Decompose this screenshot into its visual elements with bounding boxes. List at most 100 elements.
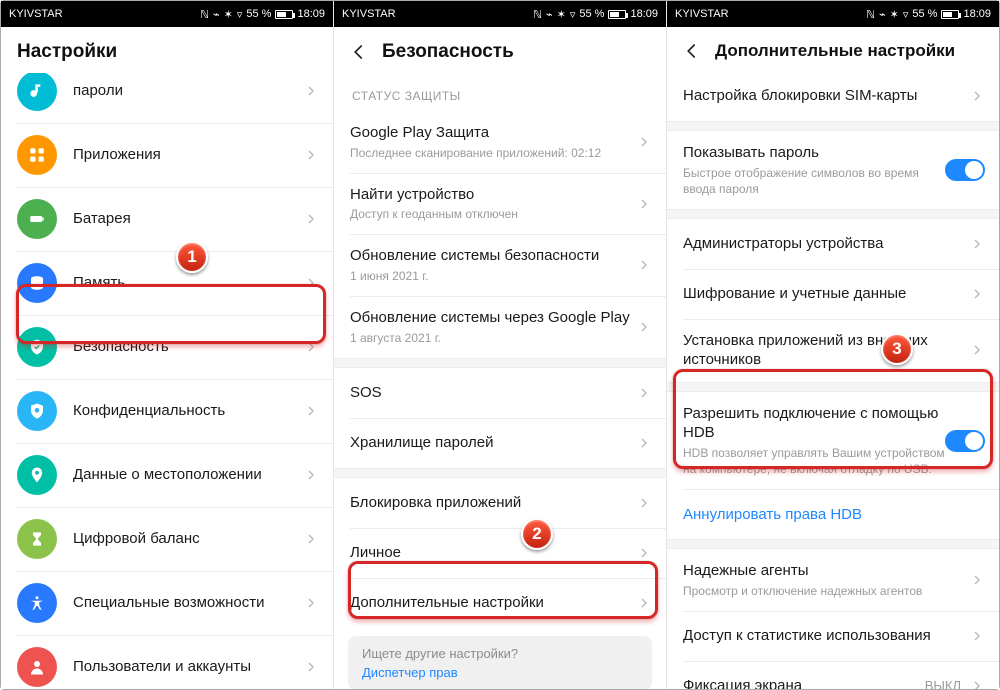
settings-item-accessibility[interactable]: Специальные возможности: [1, 571, 333, 635]
settings-item-location[interactable]: Данные о местоположении: [1, 443, 333, 507]
chevron-right-icon: [303, 467, 319, 483]
security-item-app-lock[interactable]: Блокировка приложений: [334, 478, 666, 528]
settings-item-passwords[interactable]: пароли: [1, 73, 333, 123]
shield-icon: [17, 327, 57, 367]
settings-item-label: пароли: [73, 81, 303, 101]
chevron-right-icon: [303, 531, 319, 547]
settings-item-users[interactable]: Пользователи и аккаунты: [1, 635, 333, 689]
chevron-right-icon: [969, 342, 985, 358]
statusbar: KYIVSTAR ℕ⌁✶▿55 %18:09: [334, 1, 666, 27]
clock: 18:09: [297, 8, 325, 20]
page-title: Дополнительные настройки: [715, 41, 955, 61]
security-item-password-vault[interactable]: Хранилище паролей: [334, 418, 666, 468]
settings-item-digital-balance[interactable]: Цифровой баланс: [1, 507, 333, 571]
permission-manager-link[interactable]: Диспетчер прав: [362, 665, 458, 680]
security-item-play-protect[interactable]: Google Play ЗащитаПоследнее сканирование…: [334, 111, 666, 173]
location-icon: [17, 455, 57, 495]
wifi-icon: ▿: [237, 8, 243, 21]
toggle-show-password[interactable]: [945, 159, 985, 181]
privacy-icon: [17, 391, 57, 431]
settings-item-label: Безопасность: [73, 337, 303, 357]
chevron-right-icon: [303, 659, 319, 675]
storage-icon: [17, 263, 57, 303]
settings-item-storage[interactable]: Память: [1, 251, 333, 315]
security-item-sos[interactable]: SOS: [334, 368, 666, 418]
page-title: Безопасность: [382, 41, 514, 63]
chevron-right-icon: [636, 319, 652, 335]
chevron-right-icon: [969, 286, 985, 302]
item-device-admins[interactable]: Администраторы устройства: [667, 219, 999, 269]
item-screen-pin[interactable]: Фиксация экрана ВЫКЛ: [667, 661, 999, 689]
chevron-right-icon: [636, 545, 652, 561]
carrier-label: KYIVSTAR: [675, 8, 729, 20]
chevron-right-icon: [303, 595, 319, 611]
carrier-label: KYIVSTAR: [342, 8, 396, 20]
section-header: СТАТУС ЗАЩИТЫ: [334, 73, 666, 111]
chevron-right-icon: [969, 628, 985, 644]
item-show-password[interactable]: Показывать парольБыстрое отображение сим…: [667, 131, 999, 209]
chevron-right-icon: [303, 211, 319, 227]
chevron-right-icon: [636, 495, 652, 511]
item-encryption[interactable]: Шифрование и учетные данные: [667, 269, 999, 319]
header: Настройки: [1, 27, 333, 73]
back-button[interactable]: [683, 42, 701, 60]
screen-more-security: KYIVSTAR ℕ⌁✶▿55 %18:09 Дополнительные на…: [667, 1, 999, 689]
settings-item-label: Пользователи и аккаунты: [73, 657, 303, 677]
item-trusted-agents[interactable]: Надежные агентыПросмотр и отключение над…: [667, 549, 999, 611]
security-item-find-device[interactable]: Найти устройствоДоступ к геоданным отклю…: [334, 173, 666, 235]
chevron-right-icon: [303, 83, 319, 99]
security-item-security-update[interactable]: Обновление системы безопасности1 июня 20…: [334, 234, 666, 296]
security-item-more-settings[interactable]: Дополнительные настройки: [334, 578, 666, 628]
chevron-right-icon: [969, 678, 985, 689]
toggle-hdb[interactable]: [945, 430, 985, 452]
battery-icon: [17, 199, 57, 239]
statusbar: KYIVSTAR ℕ⌁✶▿55 %18:09: [667, 1, 999, 27]
chevron-right-icon: [636, 257, 652, 273]
settings-item-label: Специальные возможности: [73, 593, 303, 613]
back-button[interactable]: [350, 43, 368, 61]
security-item-gplay-system[interactable]: Обновление системы через Google Play1 ав…: [334, 296, 666, 358]
hourglass-icon: [17, 519, 57, 559]
item-install-external[interactable]: Установка приложений из внешних источник…: [667, 319, 999, 382]
settings-item-label: Цифровой баланс: [73, 529, 303, 549]
settings-item-privacy[interactable]: Конфиденциальность: [1, 379, 333, 443]
page-title: Настройки: [17, 41, 117, 63]
item-usage-access[interactable]: Доступ к статистике использования: [667, 611, 999, 661]
battery-pct: 55 %: [246, 8, 271, 20]
chevron-right-icon: [303, 403, 319, 419]
item-sim-lock[interactable]: Настройка блокировки SIM-карты: [667, 71, 999, 121]
settings-item-apps[interactable]: Приложения: [1, 123, 333, 187]
item-hdb-revoke[interactable]: Аннулировать права HDB: [667, 489, 999, 539]
accessibility-icon: [17, 583, 57, 623]
chevron-right-icon: [636, 435, 652, 451]
settings-item-label: Данные о местоположении: [73, 465, 303, 485]
chevron-right-icon: [303, 275, 319, 291]
chevron-right-icon: [636, 595, 652, 611]
settings-item-label: Приложения: [73, 145, 303, 165]
chevron-right-icon: [303, 147, 319, 163]
statusbar: KYIVSTAR ℕ⌁✶ ▿ 55 % 18:09: [1, 1, 333, 27]
settings-item-label: Батарея: [73, 209, 303, 229]
chevron-right-icon: [969, 572, 985, 588]
search-other-settings[interactable]: Ищете другие настройки? Диспетчер прав: [348, 636, 652, 689]
settings-item-label: Конфиденциальность: [73, 401, 303, 421]
security-item-personal[interactable]: Личное: [334, 528, 666, 578]
chevron-right-icon: [636, 385, 652, 401]
chevron-right-icon: [636, 196, 652, 212]
item-hdb-allow[interactable]: Разрешить подключение с помощью HDBHDB п…: [667, 392, 999, 489]
chevron-right-icon: [636, 134, 652, 150]
chevron-right-icon: [969, 236, 985, 252]
settings-item-battery[interactable]: Батарея: [1, 187, 333, 251]
settings-item-security[interactable]: Безопасность: [1, 315, 333, 379]
chevron-right-icon: [303, 339, 319, 355]
carrier-label: KYIVSTAR: [9, 8, 63, 20]
settings-item-label: Память: [73, 273, 303, 293]
user-icon: [17, 647, 57, 687]
screen-security: KYIVSTAR ℕ⌁✶▿55 %18:09 Безопасность СТАТ…: [334, 1, 667, 689]
key-icon: [17, 73, 57, 111]
apps-icon: [17, 135, 57, 175]
battery-icon: [275, 10, 293, 19]
chevron-right-icon: [969, 88, 985, 104]
value-tail: ВЫКЛ: [925, 678, 961, 689]
screen-settings: KYIVSTAR ℕ⌁✶ ▿ 55 % 18:09 Настройки паро…: [1, 1, 334, 689]
